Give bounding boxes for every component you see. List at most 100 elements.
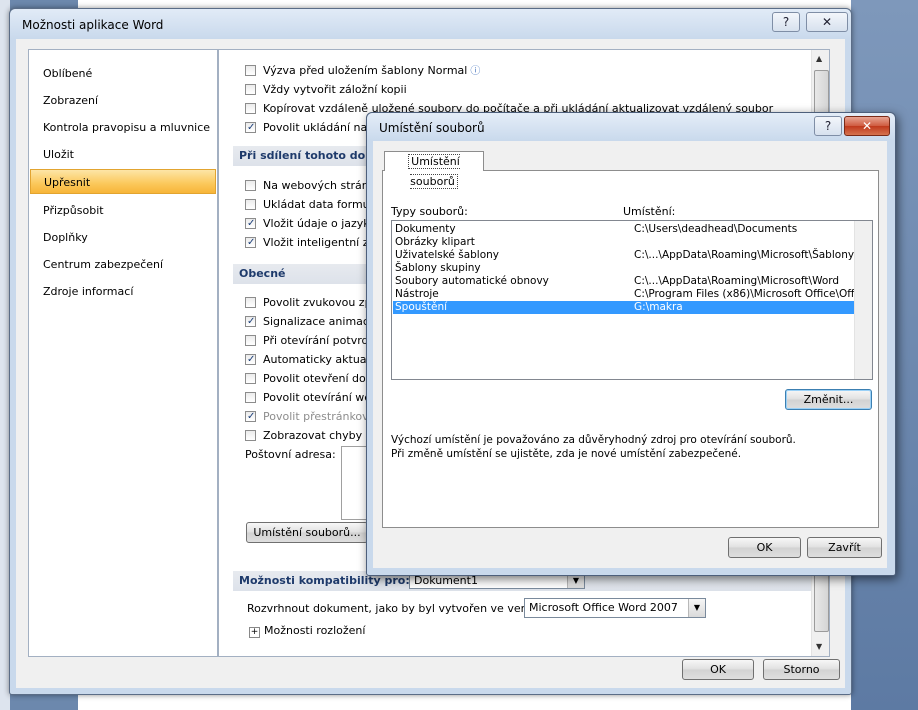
info-icon: ⓘ <box>470 66 481 77</box>
checkbox[interactable] <box>245 392 256 403</box>
option-save-form-data[interactable]: Ukládat data formul <box>245 197 373 213</box>
option-auto-update-links[interactable]: Automaticky aktualiz <box>245 352 378 368</box>
option-embed-smart-tags[interactable]: Vložit inteligentní zn <box>245 235 375 251</box>
option-always-backup[interactable]: Vždy vytvořit záložní kopii <box>245 82 407 98</box>
checkbox[interactable] <box>245 180 256 191</box>
file-type-cell: Uživatelské šablony <box>395 249 500 261</box>
file-type-cell: Nástroje <box>395 288 439 300</box>
option-background-repagination: Povolit přestránková <box>245 409 375 425</box>
dialog-close-text-button[interactable]: Zavřít <box>807 537 882 558</box>
column-header-file-type: Typy souborů: <box>391 205 468 218</box>
file-type-cell: Spouštění <box>395 301 448 313</box>
checkbox-checked-disabled <box>245 409 256 425</box>
file-locations-dialog: Umístění souborů ? ✕ Umístění souborů Ty… <box>366 112 896 576</box>
option-embed-language[interactable]: Vložit údaje o jazyku <box>245 216 376 232</box>
option-sound-feedback[interactable]: Povolit zvukovou zp <box>245 295 372 311</box>
sidebar-item-label: Uložit <box>43 148 74 161</box>
option-label: Automaticky aktualiz <box>263 353 379 366</box>
layout-version-value: Microsoft Office Word 2007 <box>529 601 678 614</box>
close-button[interactable]: ✕ <box>806 12 848 32</box>
sidebar-item-label: Oblíbené <box>43 67 93 80</box>
file-locations-list[interactable]: Dokumenty C:\Users\deadhead\Documents Obr… <box>391 220 873 380</box>
option-allow-open-web[interactable]: Povolit otevírání web <box>245 390 378 406</box>
checkbox[interactable] <box>245 297 256 308</box>
checkbox[interactable] <box>245 84 256 95</box>
checkbox-checked[interactable] <box>245 235 256 251</box>
location-cell: C:\...\AppData\Roaming\Microsoft\Šablony <box>634 249 855 261</box>
dialog-close-button[interactable]: ✕ <box>844 116 890 136</box>
change-button[interactable]: Změnit... <box>785 389 872 410</box>
list-scrollbar[interactable] <box>854 221 872 379</box>
dialog-title-bar[interactable]: Umístění souborů ? ✕ <box>367 113 895 141</box>
list-item[interactable]: Uživatelské šablony C:\...\AppData\Roamin… <box>393 249 871 262</box>
list-item[interactable]: Soubory automatické obnovy C:\...\AppData… <box>393 275 871 288</box>
checkbox[interactable] <box>245 373 256 384</box>
location-cell: C:\Program Files (x86)\Microsoft Office\… <box>634 288 873 300</box>
dialog-client: Umístění souborů Typy souborů: Umístění:… <box>373 141 887 568</box>
option-web-pages[interactable]: Na webových stránk <box>245 178 375 194</box>
tab-label: Umístění souborů <box>408 154 460 189</box>
sidebar-item-upresnit[interactable]: Upřesnit <box>30 169 216 194</box>
location-cell: G:\makra <box>634 301 683 313</box>
ok-button[interactable]: OK <box>682 659 754 680</box>
option-label: Povolit otevírání web <box>263 391 379 404</box>
scroll-down-icon[interactable]: ▼ <box>816 642 822 651</box>
postal-address-label: Poštovní adresa: <box>245 448 336 461</box>
layout-options-expander[interactable]: + Možnosti rozložení <box>249 623 365 639</box>
list-item[interactable]: Nástroje C:\Program Files (x86)\Microsoft… <box>393 288 873 301</box>
cancel-button[interactable]: Storno <box>763 659 840 680</box>
layout-version-select[interactable]: Microsoft Office Word 2007 ▼ <box>524 598 706 618</box>
file-type-cell: Dokumenty <box>395 223 456 235</box>
sidebar-item-prizpusobit[interactable]: Přizpůsobit <box>30 198 216 223</box>
option-allow-background-save[interactable]: Povolit ukládání na <box>245 120 367 136</box>
checkbox[interactable] <box>245 199 256 210</box>
sidebar-item-centrum-zabezpeceni[interactable]: Centrum zabezpečení <box>30 252 216 277</box>
sidebar-item-zobrazeni[interactable]: Zobrazení <box>30 88 216 113</box>
file-type-cell: Šablony skupiny <box>395 262 481 274</box>
option-animation[interactable]: Signalizace animací <box>245 314 372 330</box>
file-type-cell: Soubory automatické obnovy <box>395 275 549 287</box>
checkbox[interactable] <box>245 103 256 114</box>
checkbox-checked[interactable] <box>245 120 256 136</box>
sidebar-item-label: Přizpůsobit <box>43 204 104 217</box>
list-item-selected[interactable]: Spouštění G:\makra <box>393 301 871 314</box>
option-allow-open-draft[interactable]: Povolit otevření dok <box>245 371 372 387</box>
tab-file-locations[interactable]: Umístění souborů <box>384 151 484 189</box>
scroll-up-icon[interactable]: ▲ <box>816 54 822 63</box>
column-header-location: Umístění: <box>623 205 676 218</box>
option-prompt-normal-template[interactable]: Výzva před uložením šablony Normal ⓘ <box>245 63 480 79</box>
sidebar-item-label: Zdroje informací <box>43 285 134 298</box>
sidebar-item-kontrola[interactable]: Kontrola pravopisu a mluvnice <box>30 115 216 140</box>
sidebar-item-oblibene[interactable]: Oblíbené <box>30 61 216 86</box>
sidebar-item-label: Centrum zabezpečení <box>43 258 164 271</box>
list-item[interactable]: Šablony skupiny <box>393 262 871 275</box>
checkbox[interactable] <box>245 335 256 346</box>
option-label: Povolit zvukovou zp <box>263 296 372 309</box>
title-bar[interactable]: Možnosti aplikace Word ? ✕ <box>10 9 851 39</box>
checkbox[interactable] <box>245 430 256 441</box>
help-icon: ? <box>782 15 790 29</box>
option-show-errors[interactable]: Zobrazovat chyby v u <box>245 428 383 444</box>
sidebar-item-zdroje-informaci[interactable]: Zdroje informací <box>30 279 216 304</box>
file-locations-button[interactable]: Umístění souborů... <box>246 522 368 543</box>
checkbox-checked[interactable] <box>245 216 256 232</box>
option-label: Zobrazovat chyby v u <box>263 429 383 442</box>
option-label: Povolit ukládání na <box>263 121 368 134</box>
help-button[interactable]: ? <box>772 12 800 32</box>
list-item[interactable]: Obrázky klipart <box>393 236 871 249</box>
checkbox-checked[interactable] <box>245 352 256 368</box>
sidebar-item-ulozit[interactable]: Uložit <box>30 142 216 167</box>
expand-plus-icon: + <box>249 627 260 638</box>
sidebar-item-label: Zobrazení <box>43 94 99 107</box>
list-item[interactable]: Dokumenty C:\Users\deadhead\Documents <box>393 223 871 236</box>
checkbox[interactable] <box>245 65 256 76</box>
dialog-ok-button[interactable]: OK <box>728 537 801 558</box>
dialog-help-button[interactable]: ? <box>814 116 842 136</box>
sidebar-item-label: Kontrola pravopisu a mluvnice <box>43 121 211 134</box>
option-confirm-conversion[interactable]: Při otevírání potvrdit <box>245 333 376 349</box>
sidebar-item-doplnky[interactable]: Doplňky <box>30 225 216 250</box>
location-cell: C:\...\AppData\Roaming\Microsoft\Word <box>634 275 840 287</box>
sidebar: Oblíbené Zobrazení Kontrola pravopisu a … <box>28 49 218 657</box>
layout-version-label: Rozvrhnout dokument, jako by byl vytvoře… <box>247 602 538 615</box>
checkbox-checked[interactable] <box>245 314 256 330</box>
